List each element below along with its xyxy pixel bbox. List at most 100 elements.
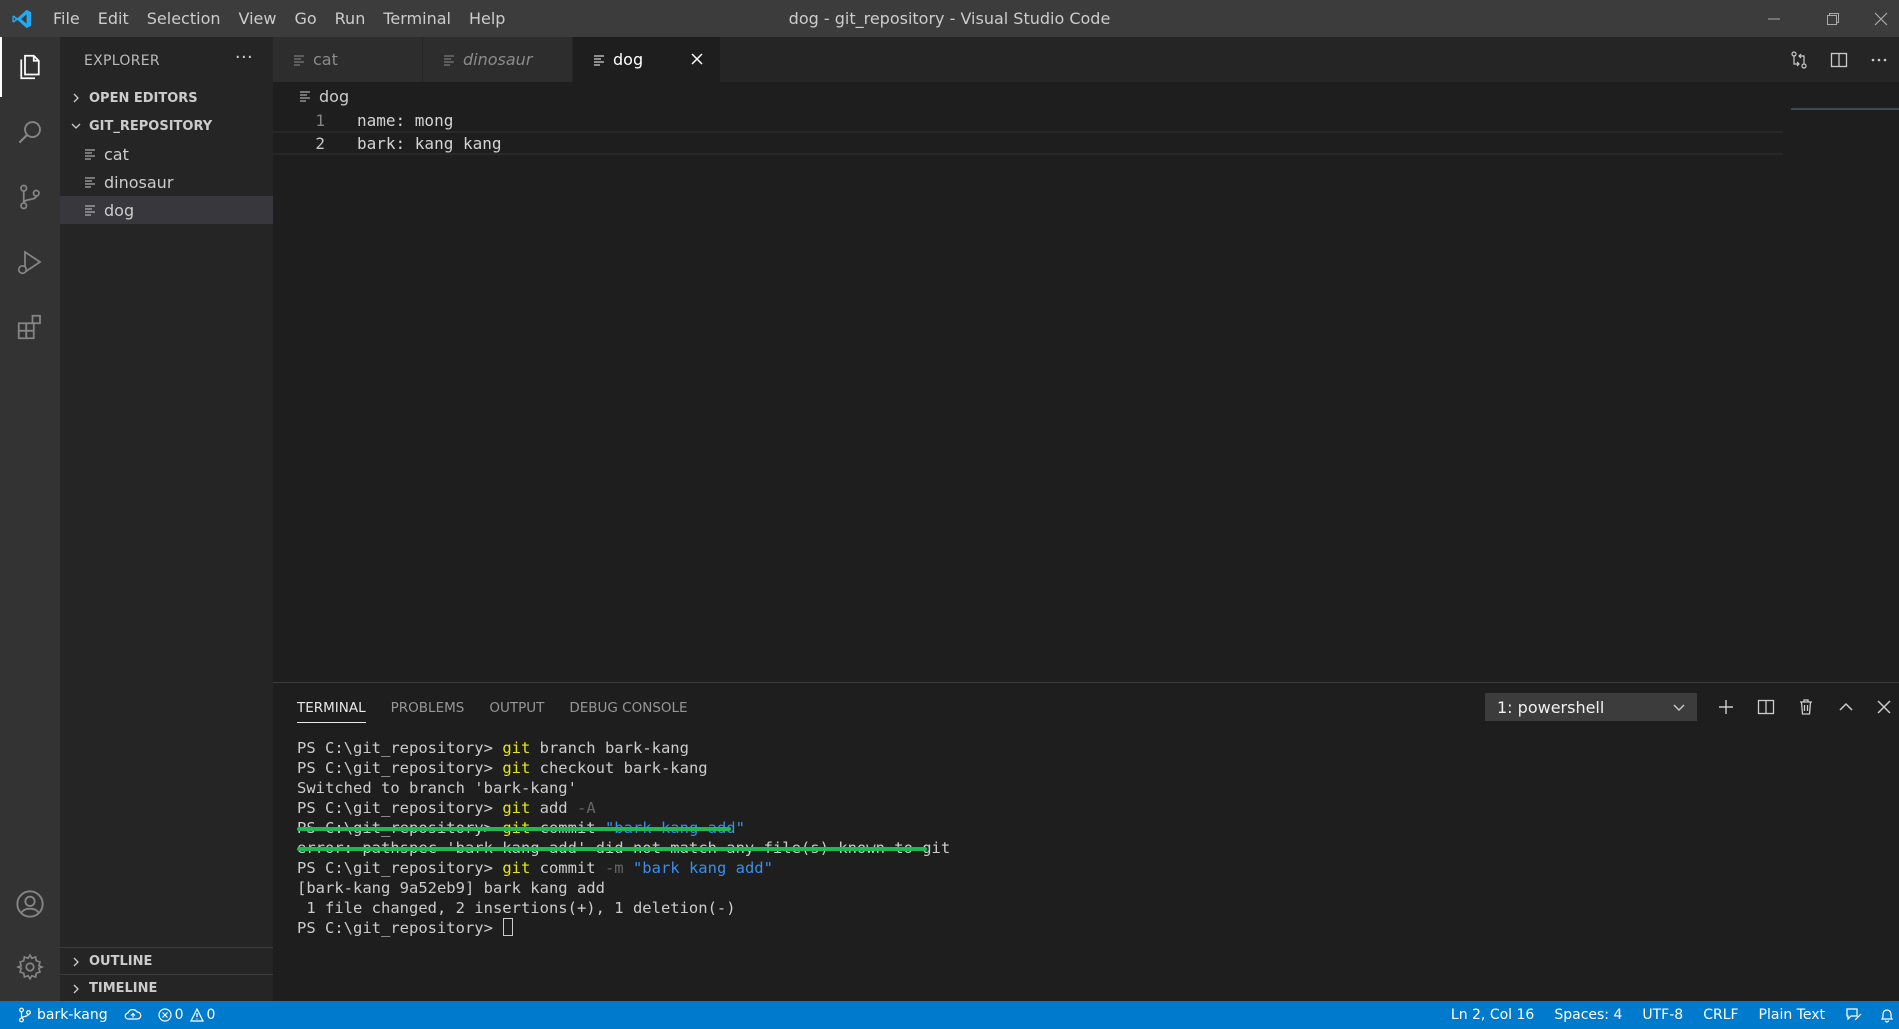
menu-selection[interactable]: Selection (138, 0, 230, 37)
terminal-command: git (502, 759, 531, 777)
minimize-icon[interactable] (1749, 0, 1799, 37)
plus-icon[interactable] (1712, 693, 1740, 721)
vscode-logo-icon (0, 0, 44, 37)
trash-icon[interactable] (1792, 693, 1820, 721)
strikethrough-annotation (297, 847, 927, 851)
source-control-icon[interactable] (0, 167, 60, 227)
tab-dinosaur[interactable]: dinosaur (423, 37, 573, 82)
tab-terminal[interactable]: TERMINAL (297, 683, 366, 733)
terminal-cursor (503, 918, 514, 936)
split-editor-icon[interactable] (1819, 37, 1859, 82)
indentation[interactable]: Spaces: 4 (1546, 1001, 1634, 1029)
terminal-args: checkout bark-kang (530, 759, 708, 777)
branch-icon (18, 1007, 32, 1023)
close-icon[interactable] (1870, 693, 1898, 721)
more-actions-icon[interactable] (1859, 37, 1899, 82)
file-item-cat[interactable]: cat (60, 140, 273, 168)
menu-file[interactable]: File (44, 0, 89, 37)
outline-section[interactable]: OUTLINE (60, 947, 273, 975)
search-icon[interactable] (0, 102, 60, 162)
minimap[interactable] (1791, 108, 1899, 110)
file-label: dog (104, 200, 135, 220)
breadcrumb[interactable]: dog (299, 84, 349, 108)
status-bar: bark-kang 0 0 Ln 2, Col 16 Spaces: 4 UTF… (0, 1001, 1899, 1029)
text-file-icon (443, 53, 457, 67)
menu-go[interactable]: Go (285, 0, 325, 37)
close-window-icon[interactable] (1862, 0, 1899, 37)
menu-terminal[interactable]: Terminal (374, 0, 460, 37)
tab-label: dog (613, 50, 644, 69)
tab-cat[interactable]: cat (273, 37, 423, 82)
warning-count: 0 (206, 1007, 216, 1023)
feedback-icon[interactable] (1837, 1001, 1871, 1029)
open-changes-icon[interactable] (1779, 37, 1819, 82)
terminal-string: "bark kang add" (623, 859, 773, 877)
terminal-line: PS C:\git_repository> git commit -m "bar… (297, 858, 950, 878)
cursor-position[interactable]: Ln 2, Col 16 (1443, 1001, 1546, 1029)
terminal-line: PS C:\git_repository> git branch bark-ka… (297, 738, 950, 758)
settings-gear-icon[interactable] (0, 937, 60, 997)
text-file-icon (84, 175, 98, 189)
text-file-icon (299, 89, 313, 103)
tab-problems[interactable]: PROBLEMS (391, 683, 465, 733)
line-endings[interactable]: CRLF (1695, 1001, 1750, 1029)
active-indicator (0, 37, 2, 97)
code-line-current[interactable]: 2 bark: kang kang (273, 131, 1783, 155)
extensions-icon[interactable] (0, 297, 60, 357)
line-text: bark: kang kang (357, 133, 502, 153)
line-text: name: mong (357, 110, 454, 130)
file-item-dinosaur[interactable]: dinosaur (60, 168, 273, 196)
breadcrumb-file[interactable]: dog (319, 87, 349, 106)
open-editors-section[interactable]: OPEN EDITORS (60, 84, 273, 112)
bottom-panel: TERMINAL PROBLEMS OUTPUT DEBUG CONSOLE 1… (273, 682, 1899, 1001)
sync-icon[interactable] (116, 1001, 150, 1029)
git-repository-section[interactable]: GIT_REPOSITORY (60, 112, 273, 140)
file-label: cat (104, 144, 129, 164)
more-actions-icon[interactable]: ··· (235, 47, 253, 68)
error-count: 0 (174, 1007, 184, 1023)
tab-dog[interactable]: dog (573, 37, 721, 82)
terminal-output[interactable]: PS C:\git_repository> git branch bark-ka… (297, 738, 950, 938)
chevron-down-icon (68, 121, 84, 131)
editor-area[interactable]: dog 1 name: mong 2 bark: kang kang (273, 82, 1899, 682)
account-icon[interactable] (0, 874, 60, 934)
menu-edit[interactable]: Edit (89, 0, 138, 37)
tab-debug-console[interactable]: DEBUG CONSOLE (569, 683, 687, 733)
menu-view[interactable]: View (230, 0, 286, 37)
encoding[interactable]: UTF-8 (1634, 1001, 1695, 1029)
terminal-select-value: 1: powershell (1497, 697, 1605, 717)
file-item-dog[interactable]: dog (60, 196, 273, 224)
chevron-up-icon[interactable] (1832, 693, 1860, 721)
terminal-line-struck: error: pathspec 'bark kang add' did not … (297, 838, 950, 858)
tab-label: cat (313, 50, 338, 69)
terminal-prompt: PS C:\git_repository> (297, 919, 503, 937)
tab-label: dinosaur (463, 50, 533, 69)
run-debug-icon[interactable] (0, 232, 60, 292)
terminal-prompt: PS C:\git_repository> (297, 759, 503, 777)
terminal-select[interactable]: 1: powershell (1485, 693, 1697, 721)
explorer-sidebar: EXPLORER ··· OPEN EDITORS GIT_REPOSITORY… (60, 37, 273, 1001)
terminal-prompt: PS C:\git_repository> (297, 859, 503, 877)
files-icon[interactable] (0, 37, 60, 97)
terminal-line: PS C:\git_repository> (297, 918, 950, 938)
timeline-section[interactable]: TIMELINE (60, 974, 273, 1002)
restore-icon[interactable] (1808, 0, 1858, 37)
language-mode[interactable]: Plain Text (1751, 1001, 1837, 1029)
warning-icon (189, 1008, 204, 1022)
code-line[interactable]: 1 name: mong (273, 108, 1783, 132)
editor-tab-bar: cat dinosaur dog (273, 37, 1899, 82)
outline-label: OUTLINE (89, 954, 153, 969)
terminal-args: branch bark-kang (530, 739, 689, 757)
terminal-command: git (502, 859, 531, 877)
branch-indicator[interactable]: bark-kang (0, 1001, 116, 1029)
bell-icon[interactable] (1871, 1001, 1899, 1029)
menu-run[interactable]: Run (326, 0, 375, 37)
menu-help[interactable]: Help (460, 0, 514, 37)
close-icon[interactable] (688, 50, 706, 68)
problems-indicator[interactable]: 0 0 (150, 1001, 224, 1029)
terminal-prompt: PS C:\git_repository> (297, 799, 503, 817)
tab-output[interactable]: OUTPUT (489, 683, 544, 733)
repo-label: GIT_REPOSITORY (89, 118, 213, 134)
split-terminal-icon[interactable] (1752, 693, 1780, 721)
strikethrough-annotation (297, 827, 731, 831)
